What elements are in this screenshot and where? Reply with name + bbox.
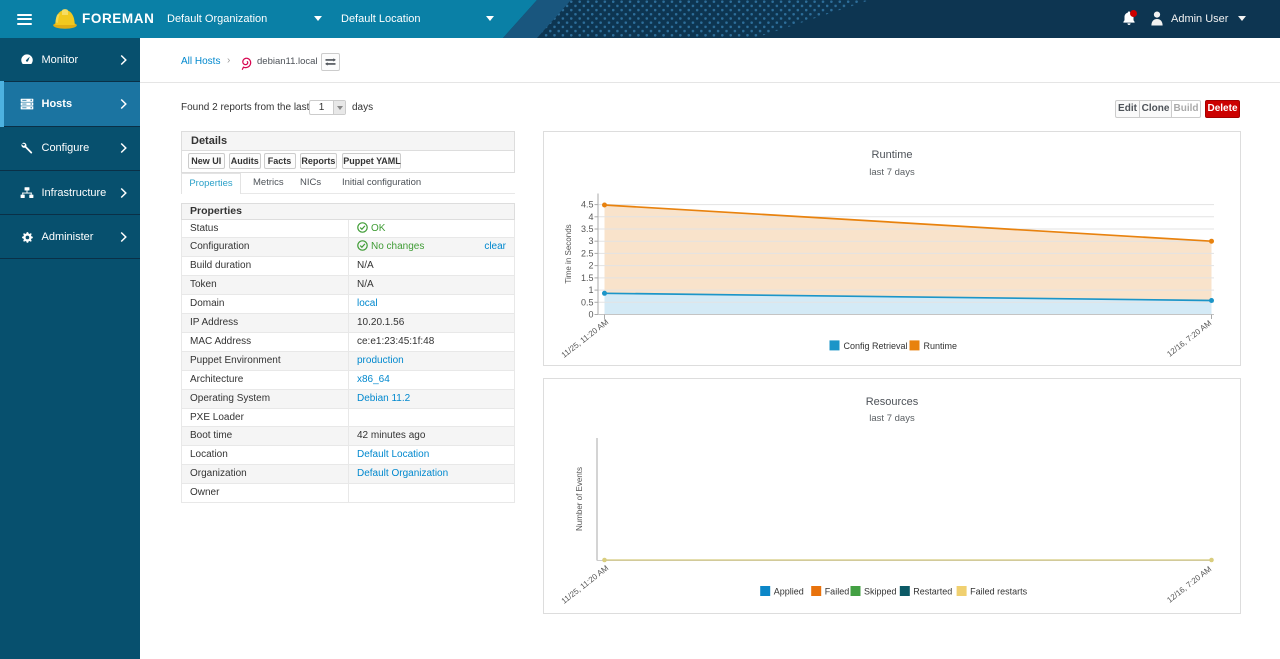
svg-text:4.5: 4.5 (581, 200, 594, 210)
svg-text:3.5: 3.5 (581, 224, 594, 234)
svg-text:0.5: 0.5 (581, 297, 594, 307)
svg-text:Failed: Failed (825, 587, 850, 597)
svg-text:Restarted: Restarted (913, 587, 952, 597)
svg-text:Number of Events: Number of Events (575, 467, 584, 531)
svg-text:0: 0 (588, 310, 593, 320)
svg-text:3: 3 (588, 236, 593, 246)
svg-text:Runtime: Runtime (924, 341, 958, 351)
svg-text:Config Retrieval: Config Retrieval (844, 341, 908, 351)
svg-text:1.5: 1.5 (581, 273, 594, 283)
svg-text:11/25, 11:20 AM: 11/25, 11:20 AM (560, 563, 611, 605)
svg-text:2.5: 2.5 (581, 248, 594, 258)
svg-text:2: 2 (588, 261, 593, 271)
svg-text:Failed restarts: Failed restarts (970, 587, 1028, 597)
svg-text:Skipped: Skipped (864, 587, 897, 597)
svg-text:4: 4 (588, 212, 593, 222)
svg-text:1: 1 (588, 285, 593, 295)
svg-text:12/16, 7:20 AM: 12/16, 7:20 AM (1165, 564, 1213, 604)
svg-text:11/25, 11:20 AM: 11/25, 11:20 AM (560, 317, 611, 359)
svg-text:Applied: Applied (774, 587, 804, 597)
svg-text:Time in Seconds: Time in Seconds (564, 224, 573, 283)
svg-text:12/16, 7:20 AM: 12/16, 7:20 AM (1165, 318, 1213, 358)
